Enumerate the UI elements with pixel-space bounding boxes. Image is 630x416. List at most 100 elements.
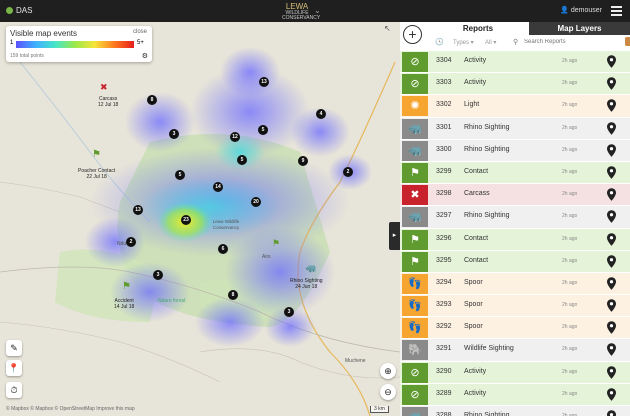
map-pin-icon[interactable] [607,210,616,224]
map-label-rhino[interactable]: Rhino Sighting 24 Jun 18 [290,278,323,290]
map-pin-icon[interactable] [607,254,616,268]
report-type-icon: ⚑ [402,251,428,272]
cluster-marker[interactable]: 2 [343,167,353,177]
report-row[interactable]: 🦏 3301 Rhino Sighting 2h ago [400,117,630,140]
cluster-marker[interactable]: 8 [147,95,157,105]
map-label-accident[interactable]: Accident 14 Jul 18 [114,298,134,310]
report-row[interactable]: 👣 3294 Spoor 2h ago [400,272,630,296]
report-row[interactable]: ✖ 3298 Carcass 2h ago [400,184,630,207]
timeslider-button[interactable]: ⏱ [6,382,22,398]
report-row[interactable]: 🦏 3300 Rhino Sighting 2h ago [400,139,630,162]
legend-close-button[interactable]: close [133,29,147,35]
gear-icon[interactable]: ⚙ [142,52,148,60]
app-title: DAS [16,6,33,15]
cluster-marker[interactable]: 23 [181,215,191,225]
cluster-marker[interactable]: 6 [218,244,228,254]
report-row[interactable]: ⊘ 3290 Activity 2h ago [400,361,630,384]
report-row[interactable]: 🦏3288Rhino Sighting2h ago [400,406,630,416]
zoom-in-button[interactable]: ⊕ [380,363,396,379]
map-pin-icon[interactable] [607,388,616,401]
report-row[interactable]: ✺ 3302 Light 2h ago [400,95,630,118]
report-row[interactable]: ⚑ 3299 Contact 2h ago [400,161,630,185]
report-id: 3297 [436,212,452,220]
cluster-marker[interactable]: 5 [237,155,247,165]
contact-marker-icon[interactable]: ⚑ [272,239,280,248]
cluster-marker[interactable]: 9 [298,156,308,166]
zoom-out-button[interactable]: ⊖ [380,384,396,400]
report-type-icon: 👣 [402,273,428,294]
map-label-carcass[interactable]: Carcass 12 Jul 18 [98,96,118,108]
zoom-in-icon: ⊕ [384,366,392,376]
map-pin-icon[interactable] [607,232,616,246]
map-view[interactable]: Visible map events close 1 5+ 159 total … [0,22,400,416]
map-label-muchene: Muchene [345,358,366,364]
accident-marker-icon[interactable]: ⚑ [122,282,131,292]
cluster-marker[interactable]: 3 [169,129,179,139]
types-filter-dropdown[interactable]: Types ▾ [453,39,474,46]
map-pin-icon[interactable] [607,121,616,135]
user-menu[interactable]: 👤 demouser [560,6,602,14]
collapse-panel-button[interactable]: ▸ [389,222,400,250]
chevron-down-icon[interactable]: ⌄ [314,6,321,15]
report-row[interactable]: 👣 3292 Spoor 2h ago [400,317,630,340]
report-row[interactable]: ⚑ 3295 Contact 2h ago [400,250,630,273]
search-input[interactable] [524,37,622,47]
cluster-marker[interactable]: 5 [175,170,185,180]
ruler-tool-button[interactable]: ✎ [6,340,22,356]
map-pin-icon[interactable] [607,166,616,179]
report-time: 2h ago [562,168,578,175]
report-row[interactable]: ⊘ 3303 Activity 2h ago [400,73,630,96]
report-row[interactable]: 👣 3293 Spoor 2h ago [400,295,630,318]
cluster-marker[interactable]: 3 [284,307,294,317]
tab-reports[interactable]: Reports [427,22,529,35]
location-button[interactable]: 📍 [6,360,22,376]
map-pin-icon[interactable] [607,77,616,90]
report-row[interactable]: ⊘ 3289 Activity 2h ago [400,383,630,406]
report-row[interactable]: ⊘ 3304 Activity 2h ago [400,51,630,74]
map-pin-icon[interactable] [607,321,616,335]
clock-icon[interactable]: 🕓 [435,38,444,46]
map-pin-icon[interactable] [607,99,616,113]
carcass-marker-icon[interactable]: ✖ [100,83,108,92]
cluster-marker[interactable]: 2 [126,237,136,247]
priority-filter-dropdown[interactable]: All ▾ [485,39,496,46]
cluster-marker[interactable]: 13 [133,205,143,215]
report-type-icon: ✖ [402,185,428,206]
tab-map-layers[interactable]: Map Layers [529,22,630,35]
map-pin-icon[interactable] [607,343,616,357]
report-row[interactable]: 🦏 3297 Rhino Sighting 2h ago [400,206,630,229]
map-pin-icon[interactable] [607,55,616,68]
rhino-marker-icon[interactable]: 🦏 [305,264,316,273]
conservancy-logo: LEWA WILDLIFE CONSERVANCY [282,3,320,21]
report-time: 2h ago [562,58,578,64]
contact-marker-icon[interactable]: ⚑ [92,150,101,160]
cluster-marker[interactable]: 8 [228,290,238,300]
report-id: 3298 [436,190,452,198]
report-filter-bar: 🕓 Types ▾ All ▾ ⚲ [427,36,630,49]
map-pin-icon[interactable] [607,299,616,312]
calendar-icon[interactable] [625,37,630,46]
map-attribution[interactable]: © Mapbox © Mapbox © OpenStreetMap Improv… [6,406,135,412]
cluster-marker[interactable]: 12 [230,132,240,142]
map-pin-icon[interactable] [607,277,616,290]
add-report-button[interactable]: + [403,25,422,44]
map-pin-icon[interactable] [607,143,616,157]
cluster-marker[interactable]: 14 [213,182,223,192]
app-logo-icon [6,7,13,14]
map-pin-icon[interactable] [607,188,616,201]
cluster-marker[interactable]: 20 [251,197,261,207]
report-time: 2h ago [562,213,578,220]
cluster-marker[interactable]: 3 [153,270,163,280]
report-row[interactable]: 🐘 3291 Wildlife Sighting 2h ago [400,339,630,362]
cluster-marker[interactable]: 5 [258,125,268,135]
map-pin-icon[interactable] [607,365,616,379]
hamburger-menu-icon[interactable] [611,6,622,16]
map-label-accident-date: 14 Jul 18 [114,304,135,310]
map-pin-icon[interactable] [607,410,616,416]
cluster-marker[interactable]: 4 [316,109,326,119]
report-row[interactable]: ⚑ 3296 Contact 2h ago [400,228,630,251]
search-icon: ⚲ [513,39,519,46]
top-bar: DAS LEWA WILDLIFE CONSERVANCY ⌄ 👤 demous… [0,0,630,22]
cluster-marker[interactable]: 13 [259,77,269,87]
map-label-poacher[interactable]: Poacher Contact 22 Jul 18 [78,168,115,180]
